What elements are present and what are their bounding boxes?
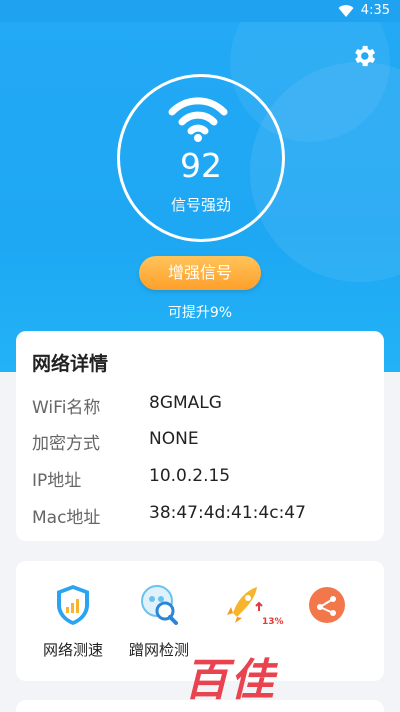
- status-time: 4:35: [360, 3, 390, 18]
- rocket-boost-icon: [227, 587, 263, 623]
- encryption-label: 加密方式: [32, 434, 100, 454]
- signal-strength-value: 92: [180, 146, 222, 185]
- tool-label: 网络测速: [42, 641, 103, 659]
- settings-gear-icon[interactable]: [350, 42, 378, 70]
- tool-share[interactable]: [282, 583, 372, 673]
- signal-strength-label: 信号强劲: [170, 196, 231, 214]
- ip-address-label: IP地址: [32, 471, 82, 491]
- boost-signal-button[interactable]: 增强信号: [139, 256, 261, 290]
- share-icon: [309, 587, 345, 623]
- encryption-value: NONE: [149, 429, 199, 449]
- next-card: [16, 700, 384, 712]
- tool-speed-test[interactable]: 网络测速: [28, 583, 118, 673]
- freeloader-detect-icon: [141, 585, 178, 625]
- wifi-name-label: WiFi名称: [32, 398, 101, 418]
- mac-address-label: Mac地址: [32, 508, 101, 528]
- boost-note: 可提升9%: [167, 305, 233, 321]
- network-details-card: 网络详情 WiFi名称 8GMALG 加密方式 NONE IP地址 10.0.2…: [16, 331, 384, 541]
- boost-badge: 13%: [262, 617, 284, 627]
- speed-test-shield-icon: [57, 585, 89, 625]
- mac-address-value: 38:47:4d:41:4c:47: [149, 503, 306, 523]
- watermark-logo: 百佳: [184, 655, 276, 706]
- wifi-status-icon: [338, 5, 354, 18]
- wifi-name-value: 8GMALG: [149, 393, 222, 413]
- status-bar: 4:35: [0, 0, 400, 22]
- card-title: 网络详情: [32, 353, 109, 375]
- wifi-signal-icon: [168, 97, 228, 142]
- signal-hero: 92 信号强劲 增强信号 可提升9%: [0, 22, 400, 372]
- ip-address-value: 10.0.2.15: [149, 466, 231, 486]
